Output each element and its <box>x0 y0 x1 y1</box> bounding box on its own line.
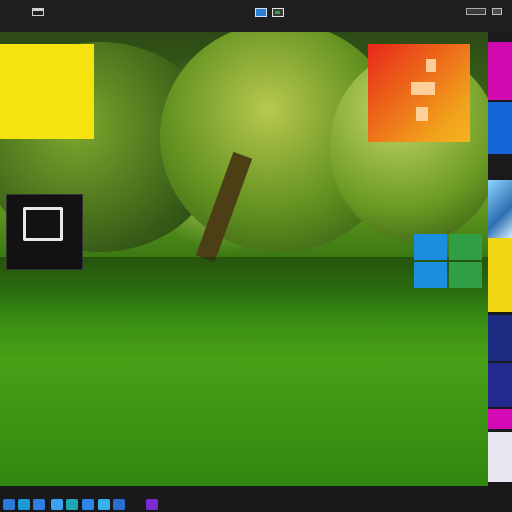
window-control-icon[interactable] <box>466 8 486 15</box>
taskbar-app-8[interactable] <box>113 499 125 510</box>
office-logo-icon <box>411 82 435 95</box>
taskbar-app-7[interactable] <box>98 499 110 510</box>
media-tile[interactable] <box>7 195 82 269</box>
windows-logo-pane <box>449 262 482 288</box>
taskbar <box>0 486 512 512</box>
white-tile[interactable] <box>488 432 512 482</box>
taskbar-app-9[interactable] <box>146 499 158 510</box>
image-tile[interactable] <box>488 180 512 238</box>
picture-icon[interactable] <box>255 8 267 17</box>
folder-icon <box>23 207 63 241</box>
taskbar-app-1[interactable] <box>3 499 15 510</box>
taskbar-app-3[interactable] <box>33 499 45 510</box>
right-tile-strip <box>488 32 512 486</box>
taskbar-app-6[interactable] <box>82 499 94 510</box>
navy-tile[interactable] <box>488 315 512 361</box>
windows-logo-pane <box>414 234 447 260</box>
office-logo-icon <box>426 59 436 72</box>
desktop-wallpaper <box>0 32 488 486</box>
windows-logo-pane <box>449 234 482 260</box>
taskbar-app-4[interactable] <box>51 499 63 510</box>
magenta-tile[interactable] <box>488 409 512 429</box>
taskbar-app-2[interactable] <box>18 499 30 510</box>
magenta-tile[interactable] <box>488 42 512 100</box>
office-logo-tile[interactable] <box>368 44 470 142</box>
office-logo-icon <box>416 107 428 121</box>
blue-tile[interactable] <box>488 102 512 154</box>
yellow-tile[interactable] <box>488 238 512 312</box>
taskbar-app-5[interactable] <box>66 499 78 510</box>
windows-logo-pane <box>414 262 447 288</box>
window-control-icon[interactable] <box>492 8 502 15</box>
picture-icon[interactable] <box>272 8 284 17</box>
yellow-tile[interactable] <box>0 44 94 139</box>
top-bar <box>0 0 512 32</box>
windows-logo-tile[interactable] <box>414 234 482 288</box>
navy-tile[interactable] <box>488 363 512 407</box>
menu-icon[interactable] <box>32 8 44 16</box>
